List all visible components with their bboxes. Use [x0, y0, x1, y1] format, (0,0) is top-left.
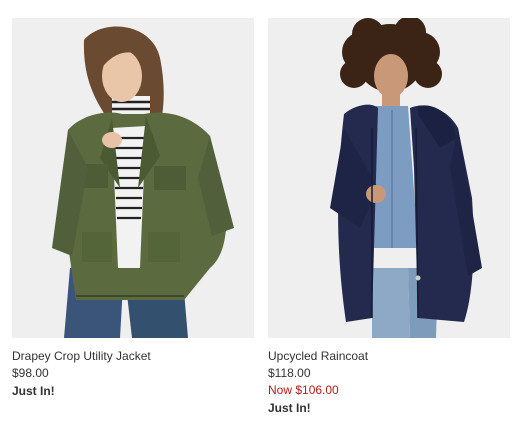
- product-name[interactable]: Drapey Crop Utility Jacket: [12, 348, 254, 365]
- just-in-badge: Just In!: [268, 401, 311, 415]
- product-name[interactable]: Upcycled Raincoat: [268, 348, 510, 365]
- product-price: $118.00: [268, 366, 311, 380]
- product-sale-price: Now $106.00: [268, 383, 339, 397]
- product-image-raincoat[interactable]: [268, 18, 510, 338]
- product-card-drapey-crop-utility-jacket[interactable]: Drapey Crop Utility Jacket $98.00 Just I…: [12, 18, 254, 400]
- just-in-badge: Just In!: [12, 384, 55, 398]
- product-card-upcycled-raincoat[interactable]: Upcycled Raincoat $118.00 Now $106.00 Ju…: [268, 18, 510, 417]
- product-price: $98.00: [12, 366, 49, 380]
- product-image-jacket[interactable]: [12, 18, 254, 338]
